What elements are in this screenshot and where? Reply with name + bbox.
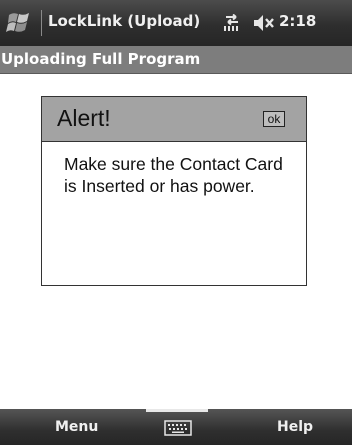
page-title: Uploading Full Program [1,50,201,68]
alert-title: Alert! [57,105,111,131]
alert-message: Make sure the Contact Card is Inserted o… [64,154,283,196]
help-softkey[interactable]: Help [277,419,313,435]
input-panel-highlight [146,409,208,412]
windows-flag-icon [6,13,29,32]
alert-header: Alert! ok [42,97,306,142]
alert-dialog: Alert! ok Make sure the Contact Card is … [41,96,307,286]
title-separator [41,10,42,36]
page-header: Uploading Full Program [0,46,352,74]
clock[interactable]: 2:18 [279,12,316,30]
title-bar: LockLink (Upload) 2:18 [0,0,352,46]
start-menu-button[interactable] [6,9,34,37]
pocketpc-screen: LockLink (Upload) 2:18 Uploading Full Pr… [0,0,352,445]
ok-button[interactable]: ok [263,111,285,127]
menu-softkey[interactable]: Menu [55,419,98,435]
keyboard-icon[interactable] [164,420,192,436]
speaker-muted-icon[interactable] [253,14,275,32]
connectivity-arrows-icon[interactable] [222,13,242,32]
app-title: LockLink (Upload) [48,12,201,30]
menu-bar: Menu Help [0,409,352,445]
